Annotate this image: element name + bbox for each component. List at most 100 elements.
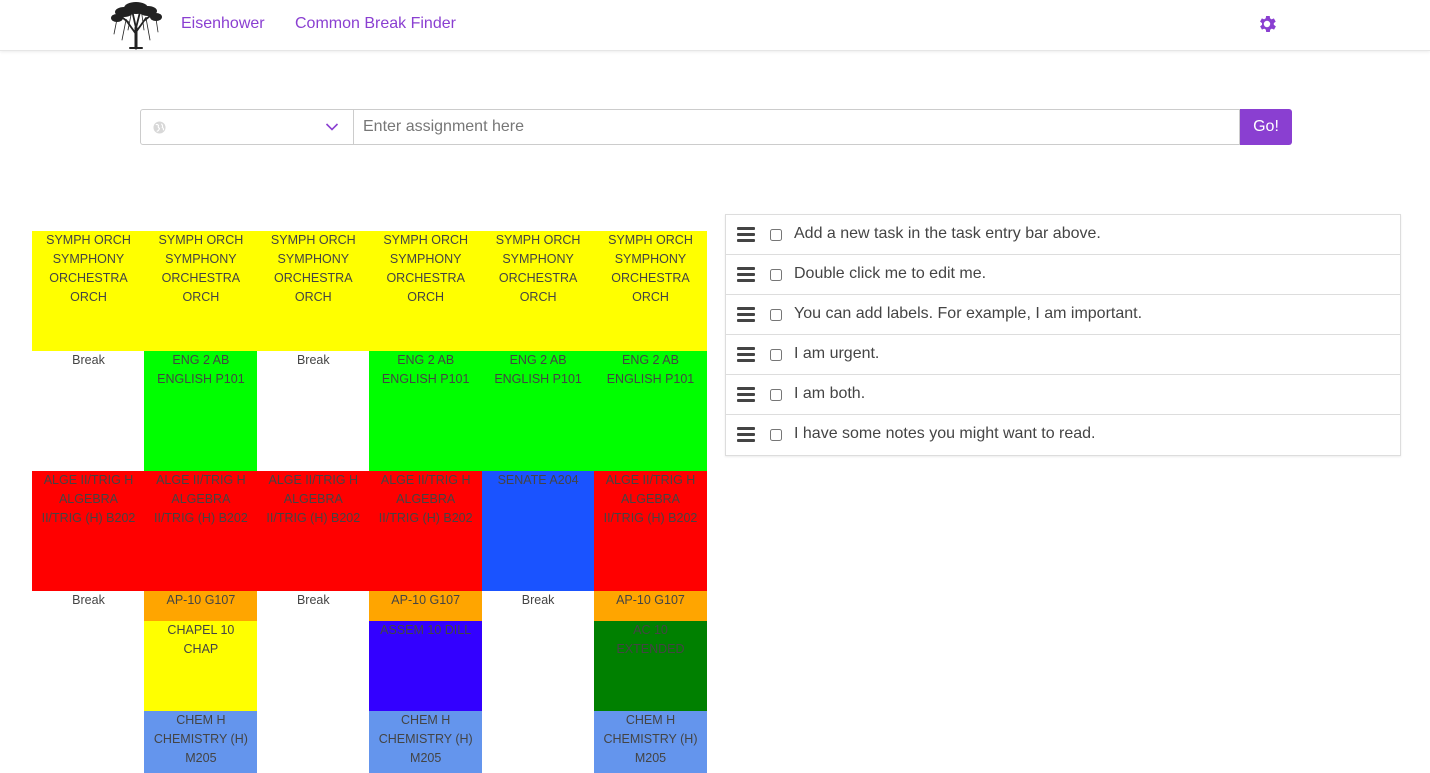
schedule-class-block[interactable]: ASSEM 10 DILL <box>369 621 483 711</box>
go-button[interactable]: Go! <box>1240 109 1292 145</box>
schedule-cell-line: ALGEBRA <box>171 492 231 506</box>
schedule-class-block[interactable]: SYMPH ORCH SYMPHONY ORCHESTRA ORCH <box>32 231 145 351</box>
schedule-cell-line: ALGEBRA <box>283 492 343 506</box>
schedule-cell-line: ENGLISH P101 <box>381 372 470 386</box>
task-text[interactable]: Double click me to edit me. <box>794 265 986 283</box>
schedule-class-block[interactable]: SYMPH ORCH SYMPHONY ORCHESTRA ORCH <box>369 231 483 351</box>
schedule-break[interactable]: Break <box>256 591 370 621</box>
schedule-cell-line: SYMPHONY <box>502 252 574 266</box>
schedule-cell-line: AP-10 G107 <box>166 593 236 607</box>
schedule-class-block[interactable]: ALGE II/TRIG H ALGEBRA II/TRIG (H) B202 <box>369 471 483 591</box>
schedule-cell-line: SYMPH ORCH <box>608 233 693 247</box>
task-text[interactable]: Add a new task in the task entry bar abo… <box>794 225 1101 243</box>
task-item[interactable]: You can add labels. For example, I am im… <box>726 295 1400 335</box>
schedule-class-block[interactable]: ENG 2 AB ENGLISH P101 <box>594 351 707 471</box>
schedule-break[interactable]: Break <box>256 351 370 471</box>
schedule-class-block[interactable]: ENG 2 AB ENGLISH P101 <box>481 351 595 471</box>
task-text[interactable]: I am both. <box>794 385 865 403</box>
schedule-cell-line: ENGLISH P101 <box>157 372 245 386</box>
schedule-cell-line: CHAPEL 10 <box>167 623 235 637</box>
schedule-cell-line: SYMPH ORCH <box>495 233 581 247</box>
schedule-cell-line: ENGLISH P101 <box>606 372 695 386</box>
task-checkbox[interactable] <box>770 349 782 361</box>
schedule-class-block[interactable]: ALGE II/TRIG H ALGEBRA II/TRIG (H) B202 <box>144 471 258 591</box>
schedule-cell-line: ENG 2 AB <box>172 353 230 367</box>
task-checkbox[interactable] <box>770 389 782 401</box>
task-text[interactable]: I have some notes you might want to read… <box>794 425 1096 443</box>
assignment-input[interactable] <box>354 109 1240 145</box>
schedule-cell-line: ENGLISH P101 <box>494 372 582 386</box>
schedule-cell-line: ORCH <box>632 290 669 304</box>
schedule-cell-line: SENATE A204 <box>497 473 579 487</box>
label-select[interactable] <box>140 109 354 145</box>
schedule-cell-line: ORCH <box>407 290 445 304</box>
schedule-class-block[interactable]: CHEM H CHEMISTRY (H) M205 <box>144 711 258 773</box>
schedule-class-block[interactable]: CHAPEL 10 CHAP <box>144 621 258 711</box>
schedule-class-block[interactable]: AP-10 G107 <box>369 591 483 621</box>
schedule-cell-line: AP-10 G107 <box>616 593 685 607</box>
task-checkbox[interactable] <box>770 229 782 241</box>
schedule-cell-line: ALGEBRA <box>620 492 681 506</box>
task-item[interactable]: I have some notes you might want to read… <box>726 415 1400 455</box>
task-checkbox[interactable] <box>770 429 782 441</box>
schedule-cell-line: ORCH <box>519 290 557 304</box>
schedule-cell-line: CHAP <box>183 642 219 656</box>
schedule-cell-line: II/TRIG (H) B202 <box>378 511 473 525</box>
schedule-cell-line: Break <box>72 593 105 607</box>
schedule-class-block[interactable]: SYMPH ORCH SYMPHONY ORCHESTRA ORCH <box>144 231 258 351</box>
task-item[interactable]: Add a new task in the task entry bar abo… <box>726 215 1400 255</box>
schedule-class-block[interactable]: AP-10 G107 <box>594 591 707 621</box>
schedule-cell-line: ALGEBRA <box>396 492 456 506</box>
task-list: Add a new task in the task entry bar abo… <box>725 214 1401 456</box>
task-item[interactable]: Double click me to edit me. <box>726 255 1400 295</box>
schedule-break[interactable]: Break <box>32 591 145 621</box>
task-item[interactable]: I am urgent. <box>726 335 1400 375</box>
drag-handle-icon[interactable] <box>737 227 755 242</box>
schedule-class-block[interactable]: AC 10 EXTENDED <box>594 621 707 711</box>
drag-handle-icon[interactable] <box>737 267 755 282</box>
schedule-class-block[interactable]: ALGE II/TRIG H ALGEBRA II/TRIG (H) B202 <box>32 471 145 591</box>
schedule-grid: SYMPH ORCH SYMPHONY ORCHESTRA ORCH Break ALGE… <box>32 231 707 773</box>
schedule-cell-line: ORCHESTRA <box>274 271 353 285</box>
schedule-cell-line: CHEM H <box>401 713 451 727</box>
schedule-class-block[interactable]: ENG 2 AB ENGLISH P101 <box>144 351 258 471</box>
task-checkbox[interactable] <box>770 269 782 281</box>
schedule-class-block[interactable]: SYMPH ORCH SYMPHONY ORCHESTRA ORCH <box>594 231 707 351</box>
task-checkbox[interactable] <box>770 309 782 321</box>
schedule-cell-line: CHEM H <box>625 713 676 727</box>
schedule-cell-line: CHEMISTRY (H) <box>153 732 248 746</box>
schedule-class-block[interactable]: CHEM H CHEMISTRY (H) M205 <box>594 711 707 773</box>
schedule-cell-line: Break <box>72 353 105 367</box>
schedule-class-block[interactable]: AP-10 G107 <box>144 591 258 621</box>
task-item[interactable]: I am both. <box>726 375 1400 415</box>
schedule-cell-line: SYMPH ORCH <box>383 233 469 247</box>
schedule-cell-line: Break <box>296 353 330 367</box>
common-break-finder-link[interactable]: Common Break Finder <box>295 15 456 33</box>
gear-icon[interactable] <box>1256 13 1278 35</box>
task-text[interactable]: I am urgent. <box>794 345 879 363</box>
schedule-cell-line: ORCHESTRA <box>611 271 690 285</box>
schedule-cell-line: ENG 2 AB <box>397 353 455 367</box>
schedule-cell-line: AC 10 <box>633 623 668 637</box>
schedule-class-block[interactable]: ALGE II/TRIG H ALGEBRA II/TRIG (H) B202 <box>256 471 370 591</box>
drag-handle-icon[interactable] <box>737 387 755 402</box>
schedule-cell-line: ENG 2 AB <box>622 353 679 367</box>
schedule-class-block[interactable]: CHEM H CHEMISTRY (H) M205 <box>369 711 483 773</box>
tree-logo-icon[interactable] <box>108 0 164 50</box>
schedule-break[interactable]: Break <box>32 351 145 471</box>
schedule-cell-line: ORCH <box>294 290 332 304</box>
drag-handle-icon[interactable] <box>737 307 755 322</box>
schedule-class-block[interactable]: ENG 2 AB ENGLISH P101 <box>369 351 483 471</box>
schedule-class-block[interactable]: ALGE II/TRIG H ALGEBRA II/TRIG (H) B202 <box>594 471 707 591</box>
schedule-class-block[interactable]: SYMPH ORCH SYMPHONY ORCHESTRA ORCH <box>256 231 370 351</box>
schedule-cell-line: ASSEM 10 DILL <box>380 623 472 637</box>
schedule-break[interactable]: Break <box>481 591 595 621</box>
schedule-cell-line: CHEM H <box>176 713 226 727</box>
task-text[interactable]: You can add labels. For example, I am im… <box>794 305 1142 323</box>
schedule-class-block[interactable]: SYMPH ORCH SYMPHONY ORCHESTRA ORCH <box>481 231 595 351</box>
schedule-cell-line: ORCHESTRA <box>161 271 241 285</box>
brand-link[interactable]: Eisenhower <box>181 15 265 33</box>
drag-handle-icon[interactable] <box>737 347 755 362</box>
schedule-class-block[interactable]: SENATE A204 <box>481 471 595 591</box>
drag-handle-icon[interactable] <box>737 427 755 442</box>
